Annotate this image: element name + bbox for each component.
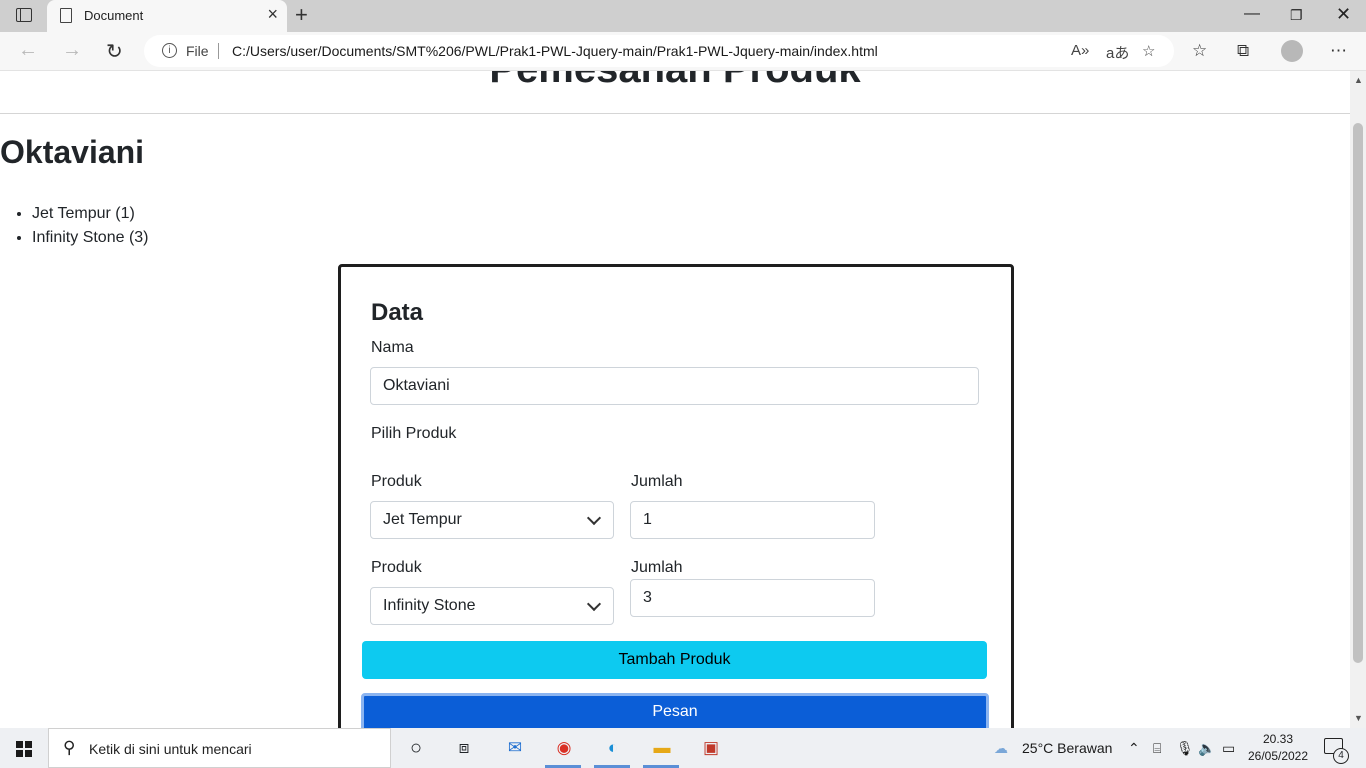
name-input[interactable]: Oktaviani <box>370 367 979 405</box>
close-tab-icon[interactable]: × <box>267 4 278 25</box>
form-heading: Data <box>371 299 424 326</box>
gift-icon[interactable]: ▣ <box>698 735 724 761</box>
edge-icon[interactable]: ◐ <box>600 735 626 761</box>
quantity-label: Jumlah <box>631 559 683 576</box>
microphone-icon[interactable]: 🎙 <box>1176 740 1194 757</box>
customer-name-heading: Oktaviani <box>0 134 145 170</box>
product-select-value: Jet Tempur <box>383 511 462 528</box>
clock-date: 26/05/2022 <box>1247 749 1309 763</box>
volume-icon[interactable]: 🔈 <box>1198 740 1215 757</box>
forward-icon[interactable]: → <box>62 39 82 62</box>
refresh-icon[interactable]: ↻ <box>106 39 123 64</box>
quantity-input[interactable]: 3 <box>630 579 875 617</box>
order-list: Jet Tempur (1) Infinity Stone (3) <box>0 202 149 250</box>
quantity-label: Jumlah <box>631 473 683 490</box>
profile-avatar[interactable] <box>1281 40 1303 62</box>
clock-time: 20.33 <box>1262 732 1294 746</box>
choose-product-label: Pilih Produk <box>371 425 457 442</box>
product-label: Produk <box>371 559 422 576</box>
address-toolbar: ← → ↻ i File C:/Users/user/Documents/SMT… <box>0 32 1366 71</box>
page-viewport: Pemesanan Produk Oktaviani Jet Tempur (1… <box>0 71 1350 728</box>
document-icon <box>60 8 72 23</box>
weather-text[interactable]: 25°C Berawan <box>1022 740 1112 756</box>
add-favorite-icon[interactable]: ☆ <box>1142 42 1155 60</box>
read-aloud-icon[interactable]: A» <box>1071 42 1089 59</box>
meet-now-icon[interactable]: ⌸ <box>1153 740 1161 757</box>
divider <box>218 43 219 59</box>
product-select-value: Infinity Stone <box>383 597 476 614</box>
order-form-card: Data Nama Oktaviani Pilih Produk Produk … <box>338 264 1014 728</box>
search-placeholder: Ketik di sini untuk mencari <box>89 741 252 757</box>
windows-start-icon[interactable] <box>16 741 32 757</box>
page-title: Pemesanan Produk <box>0 71 1350 92</box>
windows-taskbar: ⚲ Ketik di sini untuk mencari ○ ⧈ ✉ ◉ ◐ … <box>0 728 1366 768</box>
header-divider <box>0 113 1350 114</box>
restore-icon[interactable]: ❐ <box>1290 7 1303 24</box>
mail-icon[interactable]: ✉ <box>502 735 528 761</box>
search-icon: ⚲ <box>63 738 76 757</box>
scrollbar-thumb[interactable] <box>1353 123 1363 663</box>
chevron-up-icon[interactable]: ⌃ <box>1128 740 1140 757</box>
more-options-icon[interactable]: ⋯ <box>1330 41 1347 61</box>
scroll-down-icon[interactable]: ▼ <box>1354 713 1363 723</box>
order-item: Jet Tempur (1) <box>32 202 149 226</box>
product-label: Produk <box>371 473 422 490</box>
network-icon[interactable]: ▭ <box>1222 740 1235 757</box>
submit-order-button[interactable]: Pesan <box>361 693 989 728</box>
taskbar-search-box[interactable]: ⚲ Ketik di sini untuk mencari <box>48 728 391 768</box>
name-label: Nama <box>371 339 414 356</box>
notification-count-badge: 4 <box>1333 748 1349 764</box>
page-scrollbar[interactable]: ▲ ▼ <box>1350 71 1366 728</box>
favorites-icon[interactable]: ☆ <box>1192 41 1207 61</box>
product-select[interactable]: Infinity Stone <box>370 587 614 625</box>
url-text[interactable]: C:/Users/user/Documents/SMT%206/PWL/Prak… <box>232 43 878 59</box>
collections-icon[interactable]: ⧉ <box>1237 41 1249 61</box>
minimize-icon[interactable]: — <box>1244 5 1260 23</box>
weather-icon[interactable]: ☁ <box>994 740 1008 757</box>
translate-icon[interactable]: aあ <box>1106 42 1129 63</box>
browser-tab-bar: Document × + — ❐ ✕ <box>0 0 1366 32</box>
tab-actions-icon[interactable] <box>16 8 32 22</box>
chevron-down-icon <box>586 596 602 612</box>
new-tab-icon[interactable]: + <box>295 2 308 28</box>
close-window-icon[interactable]: ✕ <box>1336 4 1351 25</box>
task-view-icon[interactable]: ⧈ <box>451 735 477 761</box>
scroll-up-icon[interactable]: ▲ <box>1354 75 1363 85</box>
tab-title: Document <box>84 8 144 23</box>
order-item: Infinity Stone (3) <box>32 226 149 250</box>
add-product-button[interactable]: Tambah Produk <box>362 641 987 679</box>
quantity-input[interactable]: 1 <box>630 501 875 539</box>
product-select[interactable]: Jet Tempur <box>370 501 614 539</box>
chevron-down-icon <box>586 510 602 526</box>
cortana-icon[interactable]: ○ <box>403 735 429 761</box>
chrome-icon[interactable]: ◉ <box>551 735 577 761</box>
system-clock[interactable]: 20.33 26/05/2022 <box>1242 731 1314 765</box>
browser-tab[interactable]: Document × <box>47 0 287 32</box>
file-explorer-icon[interactable]: ▬ <box>649 735 675 761</box>
info-icon[interactable]: i <box>162 43 177 58</box>
file-label: File <box>186 43 209 59</box>
back-icon[interactable]: ← <box>18 39 38 62</box>
address-bar[interactable]: i File C:/Users/user/Documents/SMT%206/P… <box>144 35 1174 67</box>
